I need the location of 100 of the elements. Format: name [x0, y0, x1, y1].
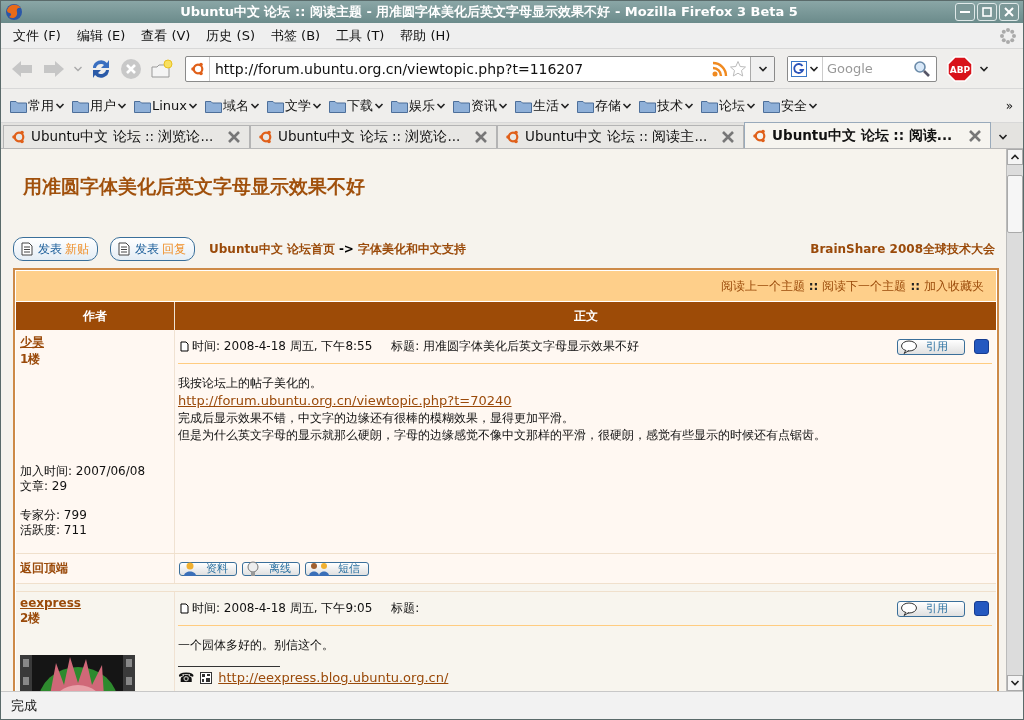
folder-icon [515, 98, 533, 113]
floor-label: 2楼 [20, 610, 42, 627]
topic-title: 用准圆字体美化后英文字母显示效果不好 [23, 174, 366, 199]
folder-icon [391, 98, 409, 113]
bookmark-folder[interactable]: 安全 [762, 94, 820, 117]
square-icon[interactable] [974, 339, 989, 354]
menu-item[interactable]: 工具 (T) [328, 26, 393, 45]
bookmark-folder[interactable]: 文学 [266, 94, 324, 117]
caret-icon [809, 64, 819, 73]
breadcrumb-separator: -> [338, 242, 354, 256]
document-icon [180, 603, 189, 614]
search-box[interactable]: Google [787, 55, 937, 82]
close-icon[interactable] [968, 128, 982, 143]
post-time: 时间: 2008-4-18 周五, 下午9:05 [192, 600, 373, 617]
bookmark-folder[interactable]: 存储 [576, 94, 634, 117]
signature-link[interactable]: http://eexpress.blog.ubuntu.org.cn/ [218, 670, 449, 685]
author-name[interactable]: 少昊 [20, 334, 44, 351]
bookmark-folder[interactable]: 论坛 [700, 94, 758, 117]
folder-icon [701, 98, 719, 113]
speech-bubble-icon [900, 339, 918, 354]
star-icon[interactable] [729, 59, 747, 78]
bulb-icon [245, 560, 261, 577]
folder-icon [10, 98, 27, 113]
action-button[interactable]: 短信 [305, 561, 369, 576]
search-engine-icon [791, 60, 807, 77]
overflow-chevron[interactable]: » [1001, 98, 1017, 113]
close-icon[interactable] [227, 130, 241, 144]
tab[interactable]: Ubuntu中文 论坛 :: 阅读主... [497, 125, 744, 148]
caret-icon [55, 101, 65, 110]
bookmark-folder[interactable]: 下载 [328, 94, 386, 117]
folder-icon [639, 98, 657, 113]
topic-nav-link[interactable]: 阅读下一个主题 [822, 277, 907, 295]
topic-nav-link[interactable]: 阅读上一个主题 [720, 277, 805, 295]
breadcrumb-link[interactable]: 字体美化和中文支持 [357, 240, 466, 258]
caret-icon [998, 132, 1008, 141]
post-button[interactable]: 发表 新贴 [13, 237, 98, 261]
action-button[interactable]: 资料 [179, 561, 237, 576]
folder-icon [205, 98, 223, 113]
search-engine-button[interactable] [788, 56, 823, 81]
menu-item[interactable]: 书签 (B) [262, 26, 329, 45]
caret-icon [436, 101, 447, 110]
bookmark-folder[interactable]: 生活 [514, 94, 572, 117]
tab[interactable]: Ubuntu中文 论坛 :: 浏览论... [250, 125, 497, 148]
status-text: 完成 [11, 696, 37, 715]
ad-link[interactable]: BrainShare 2008全球技术大会 [810, 240, 995, 258]
search-icon[interactable] [913, 59, 931, 78]
tab[interactable]: Ubuntu中文 论坛 :: 阅读... [744, 122, 991, 148]
bookmark-folder[interactable]: 娱乐 [390, 94, 448, 117]
author-name[interactable]: eexpress [20, 596, 81, 610]
separator: :: [808, 279, 819, 293]
close-icon[interactable] [474, 130, 488, 144]
quote-button[interactable]: 引用 [897, 338, 965, 355]
address-field[interactable]: http://forum.ubuntu.org.cn/viewtopic.php?t=116207 [185, 55, 775, 82]
search-input[interactable]: Google [823, 61, 913, 76]
menu-item[interactable]: 文件 (F) [5, 26, 69, 45]
post-text: 完成后显示效果不错，中文字的边缘还有很棒的模糊效果，显得更加平滑。 [178, 410, 575, 427]
folder-icon [329, 98, 347, 113]
caret-icon [1010, 679, 1020, 687]
breadcrumb-link[interactable]: Ubuntu中文 论坛首页 [209, 240, 335, 258]
menu-item[interactable]: 帮助 (H) [392, 26, 459, 45]
tab[interactable]: Ubuntu中文 论坛 :: 浏览论... [3, 125, 250, 148]
folder-icon [134, 98, 151, 113]
document-icon [19, 241, 35, 257]
folder-icon [267, 98, 285, 113]
author-info: 专家分: 799 [20, 508, 88, 523]
window-title: Ubuntu中文 论坛 :: 阅读主题 - 用准圆字体美化后英文字母显示效果不好 - Mozilla Firefox 3 Beta 5 [179, 3, 799, 21]
square-icon[interactable] [974, 601, 989, 616]
menu-item[interactable]: 历史 (S) [198, 26, 263, 45]
floor-label: 1楼 [20, 351, 42, 368]
post-link[interactable]: http://forum.ubuntu.org.cn/viewtopic.php?t=70240 [178, 393, 512, 408]
bookmark-folder[interactable]: 常用 [9, 94, 66, 117]
grid-icon [200, 671, 213, 684]
menu-item[interactable]: 查看 (V) [133, 26, 199, 45]
document-icon [116, 241, 132, 257]
dropdown-button[interactable] [750, 56, 774, 81]
topic-nav-link[interactable]: 加入收藏夹 [924, 277, 984, 295]
scroll-up-button[interactable] [1007, 149, 1023, 165]
bookmark-folder[interactable]: 域名 [204, 94, 262, 117]
folder-icon [763, 98, 781, 113]
bookmark-folder[interactable]: 技术 [638, 94, 696, 117]
scrollbar[interactable] [1006, 149, 1023, 691]
scroll-down-button[interactable] [1007, 675, 1023, 691]
scrollbar-thumb[interactable] [1007, 175, 1023, 233]
maximize-button[interactable] [977, 3, 997, 21]
ring-icon [753, 128, 767, 143]
close-button[interactable] [999, 3, 1019, 21]
bookmark-folder[interactable]: 资讯 [452, 94, 510, 117]
folder-icon [72, 98, 89, 113]
quote-button[interactable]: 引用 [897, 600, 965, 617]
minimize-button[interactable] [955, 3, 975, 21]
rss-icon[interactable] [711, 59, 729, 78]
bookmark-folder[interactable]: Linux [133, 96, 200, 115]
menu-item[interactable]: 编辑 (E) [68, 26, 134, 45]
caret-icon[interactable] [979, 64, 989, 73]
action-button[interactable]: 离线 [242, 561, 300, 576]
back-to-top-link[interactable]: 返回顶端 [20, 560, 68, 577]
adblock-button[interactable]: ABP [947, 55, 973, 82]
close-icon[interactable] [721, 130, 735, 144]
post-button[interactable]: 发表 回复 [110, 237, 195, 261]
bookmark-folder[interactable]: 用户 [71, 94, 128, 117]
